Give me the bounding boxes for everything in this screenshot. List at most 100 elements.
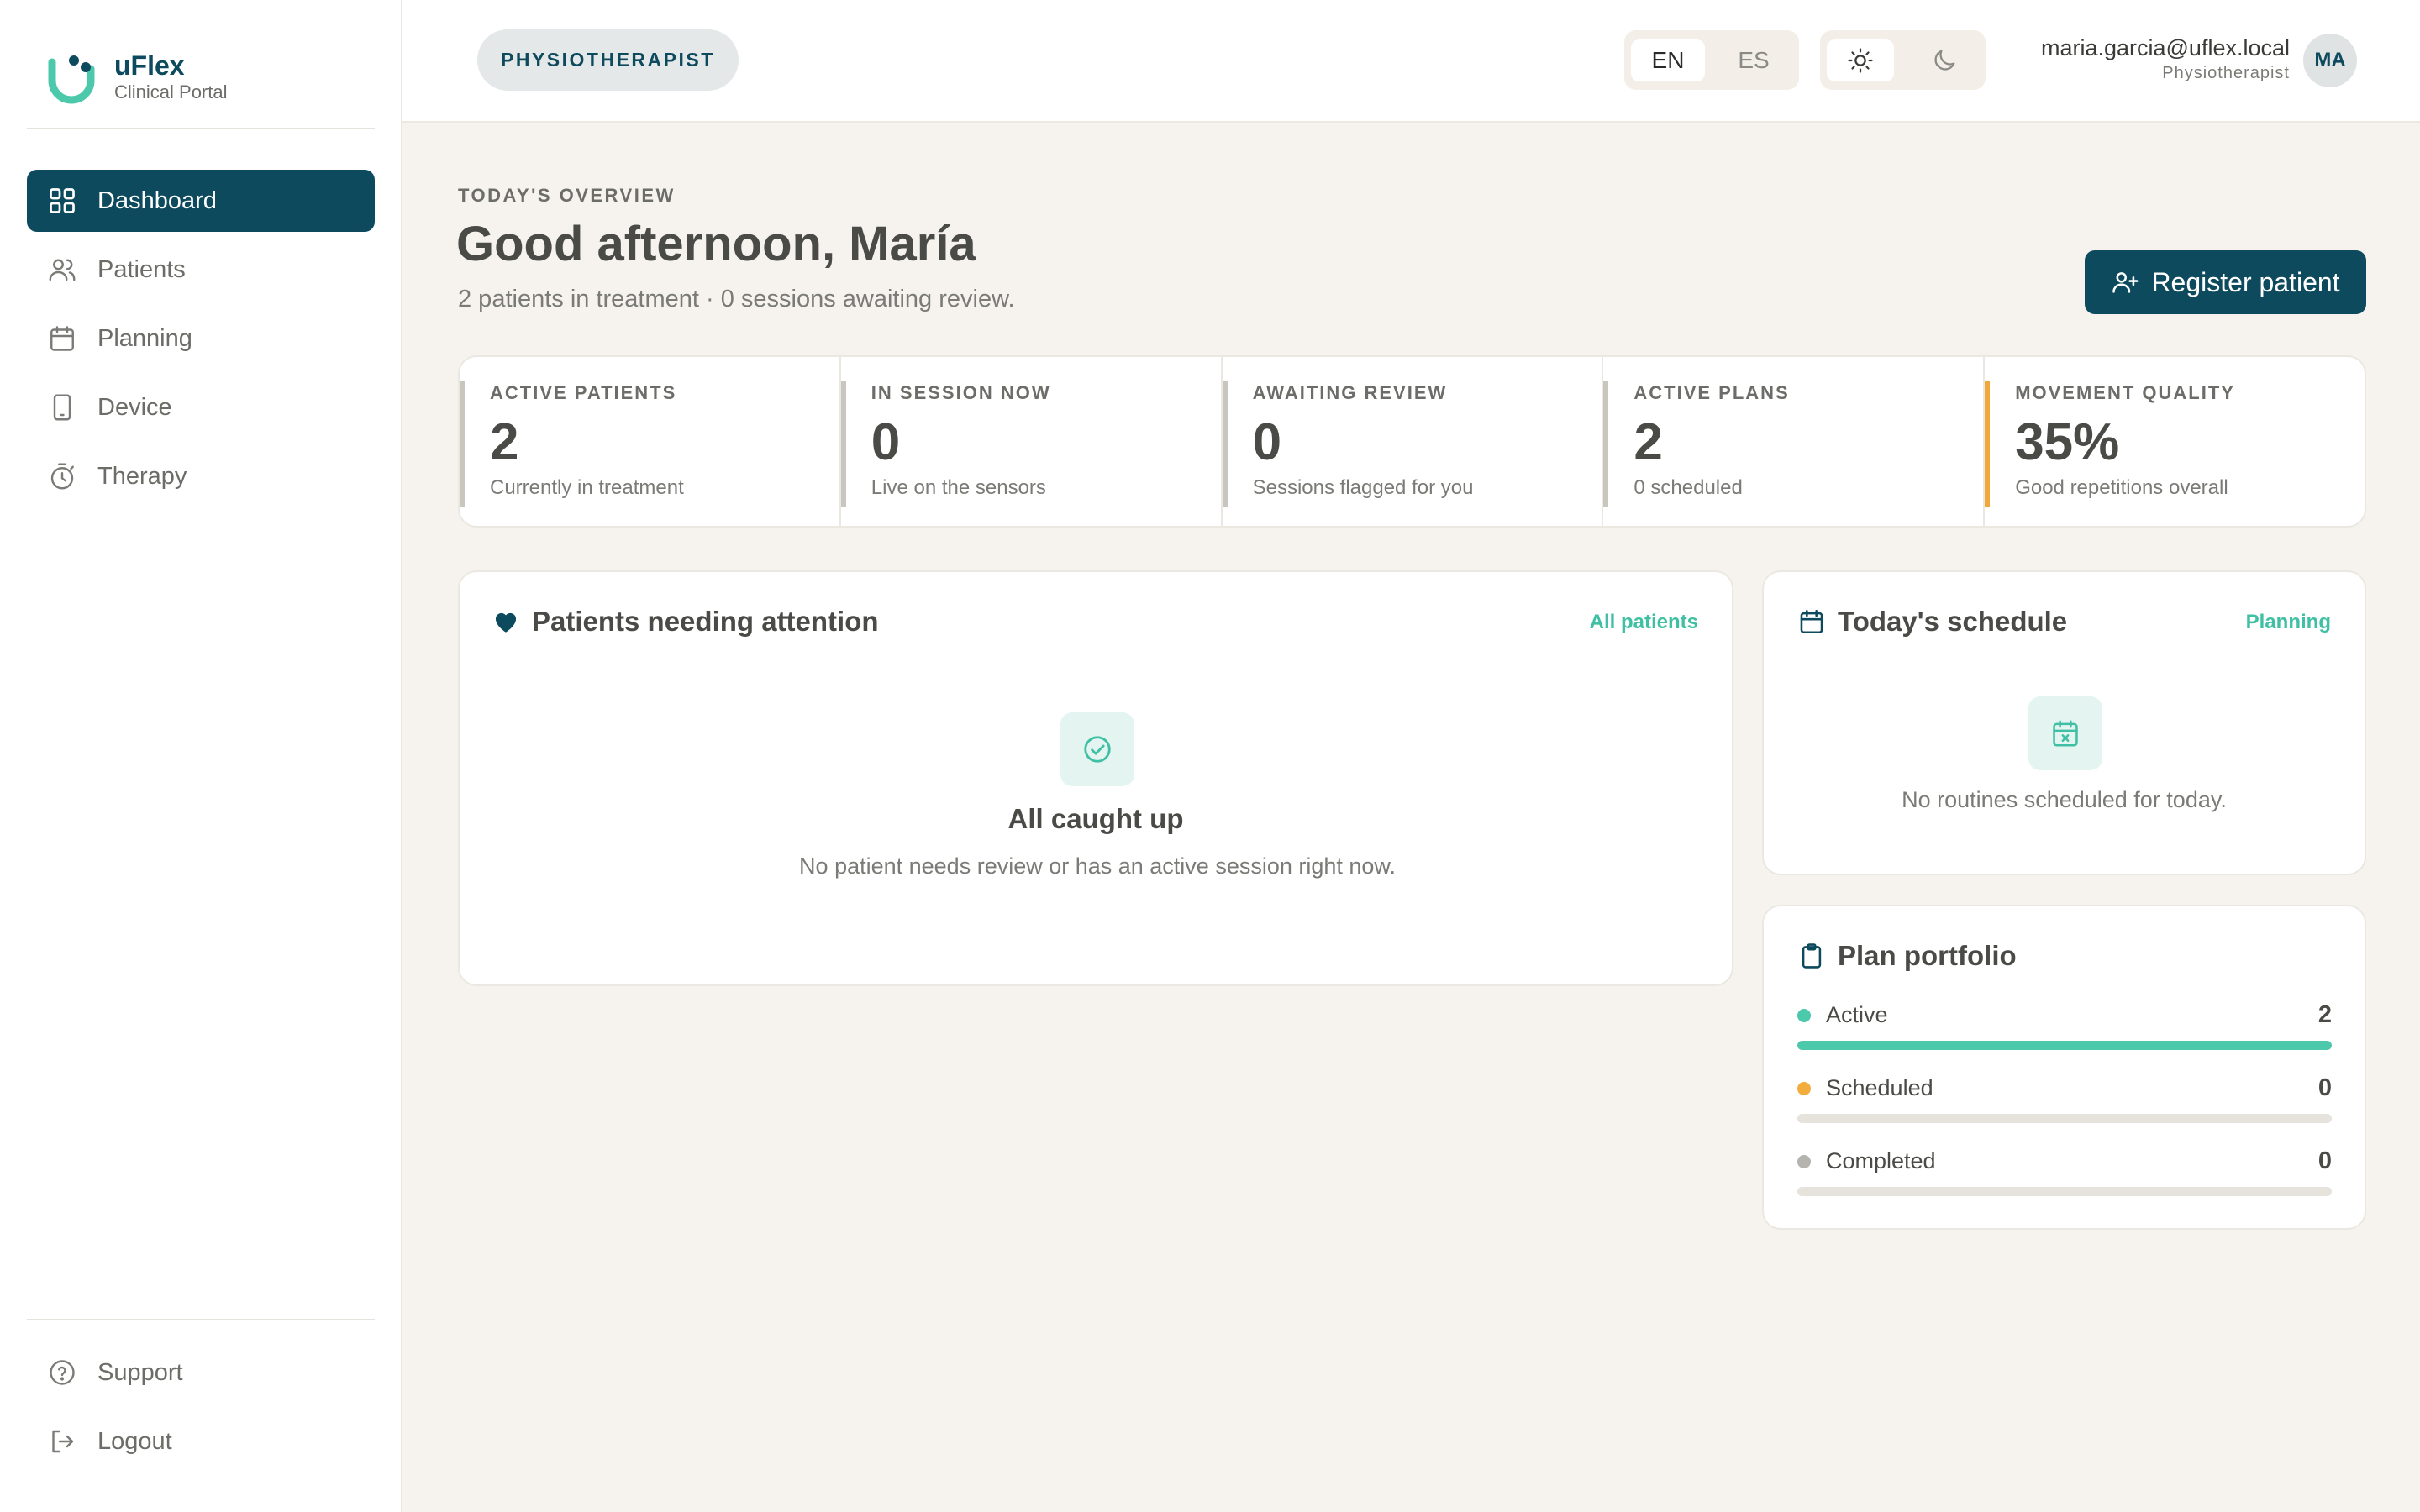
sidebar-item-patients[interactable]: Patients — [27, 239, 375, 301]
empty-state-icon-box — [2028, 696, 2102, 770]
empty-state-icon-box — [1060, 712, 1134, 786]
theme-switcher — [1820, 30, 1986, 90]
sidebar-bottom-nav: Support Logout — [27, 1341, 375, 1479]
sidebar-item-label: Dashboard — [97, 186, 217, 214]
stat-value: 0 — [1252, 413, 1282, 471]
stat-accent-bar — [840, 381, 846, 507]
stat-accent-bar — [1222, 381, 1228, 507]
attention-title: Patients needing attention — [492, 606, 879, 638]
register-patient-label: Register patient — [2151, 266, 2340, 297]
uflex-logo-icon — [48, 55, 95, 104]
dark-theme-button[interactable] — [1911, 39, 1978, 81]
register-patient-button[interactable]: Register patient — [2085, 250, 2366, 314]
sun-icon — [1848, 47, 1873, 73]
status-dot — [1797, 1081, 1811, 1095]
stat-label: ACTIVE PATIENTS — [490, 382, 677, 403]
dashboard-grid-icon — [50, 188, 75, 213]
all-patients-link[interactable]: All patients — [1590, 611, 1698, 634]
portfolio-row-count: 0 — [2317, 1147, 2332, 1174]
stat-label: AWAITING REVIEW — [1252, 382, 1448, 403]
sidebar-nav: Dashboard Patients Planning Device Thera… — [27, 170, 375, 514]
moon-icon — [1934, 50, 1955, 71]
stat-label: MOVEMENT QUALITY — [2015, 382, 2235, 403]
empty-state-text: No patient needs review or has an active… — [799, 853, 1396, 879]
stat-description: Live on the sensors — [871, 476, 1046, 499]
stat-movement-quality: MOVEMENT QUALITY 35% Good repetitions ov… — [1983, 357, 2365, 526]
schedule-empty-text: No routines scheduled for today. — [1902, 787, 2227, 812]
portfolio-progress-track — [1797, 1114, 2332, 1123]
portfolio-row-label: Active — [1826, 1002, 1888, 1027]
portfolio-row-count: 2 — [2317, 1001, 2332, 1028]
sidebar-item-support[interactable]: Support — [27, 1341, 375, 1404]
stat-description: Sessions flagged for you — [1252, 476, 1474, 499]
calendar-icon — [1800, 609, 1823, 634]
stat-description: Good repetitions overall — [2015, 476, 2228, 499]
user-info[interactable]: maria.garcia@uflex.local Physiotherapist — [2041, 34, 2290, 84]
stat-accent-bar — [1603, 381, 1609, 507]
sidebar-item-device[interactable]: Device — [27, 376, 375, 438]
planning-link[interactable]: Planning — [2246, 611, 2331, 634]
stat-accent-bar — [460, 381, 465, 507]
sidebar-item-label: Logout — [97, 1427, 172, 1455]
schedule-title-text: Today's schedule — [1838, 606, 2068, 637]
calendar-icon — [50, 326, 74, 351]
stat-value: 0 — [871, 413, 901, 471]
status-dot — [1797, 1154, 1811, 1168]
empty-state-title: All caught up — [1007, 803, 1184, 834]
sidebar-item-label: Device — [97, 393, 172, 421]
light-theme-button[interactable] — [1827, 39, 1894, 81]
user-role: Physiotherapist — [2162, 64, 2290, 82]
portfolio-card: Plan portfolio Active 2 Scheduled 0 Comp… — [1762, 905, 2366, 1230]
stat-awaiting-review: AWAITING REVIEW 0 Sessions flagged for y… — [1220, 357, 1602, 526]
stat-in-session: IN SESSION NOW 0 Live on the sensors — [839, 357, 1221, 526]
portfolio-progress-track — [1797, 1187, 2332, 1196]
stat-value: 2 — [490, 413, 519, 471]
stat-active-patients: ACTIVE PATIENTS 2 Currently in treatment — [460, 357, 839, 526]
sidebar-item-planning[interactable]: Planning — [27, 307, 375, 370]
overview-summary: 2 patients in treatment · 0 sessions awa… — [458, 286, 1015, 312]
sidebar-item-label: Planning — [97, 324, 192, 352]
portfolio-title: Plan portfolio — [1797, 940, 2017, 972]
sidebar-item-therapy[interactable]: Therapy — [27, 445, 375, 507]
sidebar: uFlex Clinical Portal Dashboard Patients… — [0, 0, 402, 1512]
sidebar-item-label: Therapy — [97, 462, 187, 490]
check-circle-icon — [1084, 736, 1111, 763]
brand-subtitle: Clinical Portal — [114, 81, 228, 102]
stat-description: 0 scheduled — [1634, 476, 1743, 499]
avatar[interactable]: MA — [2303, 34, 2357, 87]
user-email: maria.garcia@uflex.local — [2040, 35, 2290, 60]
stat-value: 2 — [1634, 413, 1663, 471]
sidebar-divider — [27, 128, 375, 129]
sidebar-item-dashboard[interactable]: Dashboard — [27, 170, 375, 232]
language-en-button[interactable]: EN — [1631, 39, 1705, 81]
portfolio-row-count: 0 — [2317, 1074, 2332, 1101]
portfolio-title-text: Plan portfolio — [1838, 940, 2017, 971]
stat-label: IN SESSION NOW — [871, 382, 1051, 403]
language-es-button[interactable]: ES — [1717, 39, 1791, 81]
sidebar-divider — [27, 1319, 375, 1320]
calendar-x-icon — [2053, 720, 2078, 747]
stat-accent-bar — [1985, 381, 1991, 507]
portfolio-progress-track — [1797, 1041, 2332, 1050]
users-icon — [49, 259, 76, 281]
attention-card: Patients needing attention All patients … — [458, 570, 1733, 986]
language-switcher: EN ES — [1624, 30, 1799, 90]
stats-row: ACTIVE PATIENTS 2 Currently in treatment… — [458, 355, 2366, 528]
heart-icon — [495, 612, 517, 633]
overview-eyebrow: TODAY'S OVERVIEW — [458, 185, 676, 206]
portfolio-row-label: Completed — [1826, 1148, 1936, 1173]
stat-value: 35% — [2015, 413, 2120, 471]
schedule-card: Today's schedule Planning No routines sc… — [1762, 570, 2366, 875]
role-badge: PHYSIOTHERAPIST — [477, 29, 739, 91]
help-circle-icon — [50, 1360, 75, 1385]
portfolio-row-active: Active 2 — [1797, 1001, 2332, 1050]
portfolio-row-scheduled: Scheduled 0 — [1797, 1074, 2332, 1123]
sidebar-item-logout[interactable]: Logout — [27, 1410, 375, 1473]
clipboard-icon — [1802, 943, 1822, 969]
brand[interactable]: uFlex Clinical Portal — [45, 50, 228, 104]
stat-label: ACTIVE PLANS — [1634, 382, 1790, 403]
schedule-title: Today's schedule — [1797, 606, 2067, 638]
status-dot — [1797, 1008, 1811, 1022]
smartphone-icon — [53, 394, 71, 421]
logout-icon — [52, 1430, 74, 1453]
